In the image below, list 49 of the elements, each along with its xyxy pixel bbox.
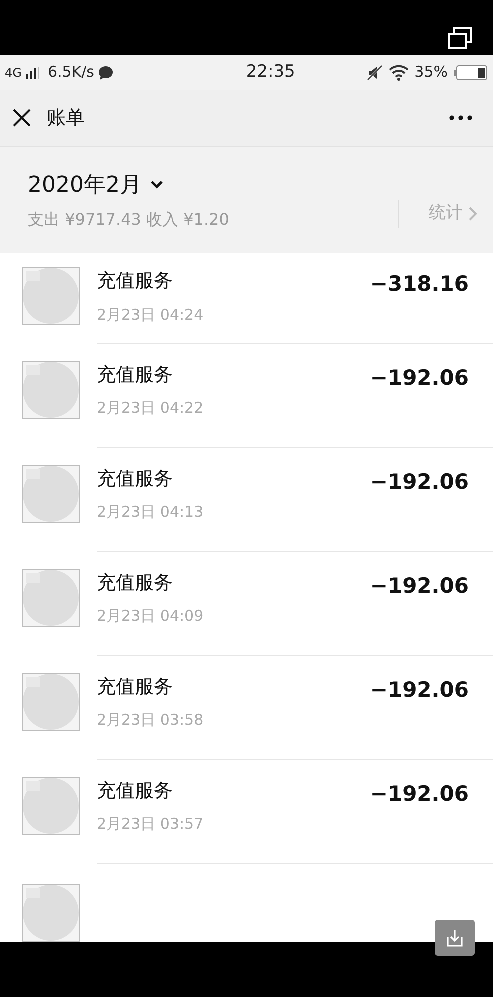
transaction-title: 充值服务 [97, 570, 174, 596]
transaction-row[interactable]: 充值服务 2月23日 04:22 −192.06 [0, 344, 493, 448]
download-icon [445, 928, 465, 948]
battery-icon [454, 64, 488, 80]
transaction-time: 2月23日 04:22 [97, 398, 205, 420]
transaction-row[interactable]: 充值服务 2月23日 04:13 −192.06 [0, 448, 493, 552]
transaction-amount: −192.06 [370, 676, 469, 704]
chevron-down-icon [150, 180, 164, 190]
totals-text: 支出 ¥9717.43 收入 ¥1.20 [28, 208, 230, 230]
transaction-row[interactable]: 充值服务 2月23日 03:58 −192.06 [0, 656, 493, 760]
transaction-row[interactable]: 充值服务 2月23日 03:57 −192.06 [0, 760, 493, 864]
close-icon[interactable] [12, 108, 32, 128]
thumbnail-icon [22, 464, 80, 523]
transaction-title: 充值服务 [97, 674, 174, 700]
message-icon [98, 66, 114, 80]
transaction-amount: −192.06 [370, 364, 469, 392]
transaction-time: 2月23日 03:57 [97, 814, 205, 836]
transaction-time: 2月23日 04:13 [97, 502, 205, 524]
battery-label: 35% [414, 62, 448, 84]
transaction-title: 充值服务 [97, 269, 174, 294]
network-label: 4G [5, 64, 22, 82]
transaction-amount: −192.06 [370, 468, 469, 496]
signal-icon [24, 66, 41, 78]
clock: 22:35 [245, 60, 296, 84]
transaction-title: 充值服务 [97, 778, 174, 804]
chevron-right-icon [469, 207, 477, 221]
download-button[interactable] [435, 920, 475, 956]
transaction-time: 2月23日 04:24 [97, 304, 205, 326]
transaction-time: 2月23日 03:58 [97, 710, 205, 732]
mute-icon [366, 64, 383, 80]
transaction-time: 2月23日 04:09 [97, 606, 205, 628]
transaction-row[interactable]: 充值服务 2月23日 04:24 −318.16 [0, 253, 493, 344]
thumbnail-icon [22, 568, 80, 627]
thumbnail-icon [22, 360, 80, 419]
thumbnail-icon [22, 267, 80, 325]
transaction-amount: −192.06 [370, 572, 469, 600]
wifi-icon [388, 64, 409, 80]
thumbnail-icon [22, 776, 80, 835]
transaction-title: 充值服务 [97, 362, 174, 388]
copy-icon[interactable] [447, 27, 473, 51]
transaction-title: 充值服务 [97, 466, 174, 492]
transaction-amount: −318.16 [370, 271, 469, 298]
month-selector[interactable]: 2020年2月 [28, 168, 164, 202]
more-icon[interactable] [449, 115, 473, 121]
transaction-amount: −192.06 [370, 780, 469, 808]
transaction-row[interactable]: 充值服务 2月23日 04:09 −192.06 [0, 552, 493, 656]
page-title: 账单 [47, 106, 85, 131]
speed-label: 6.5K/s [48, 62, 94, 84]
thumbnail-icon [22, 672, 80, 731]
